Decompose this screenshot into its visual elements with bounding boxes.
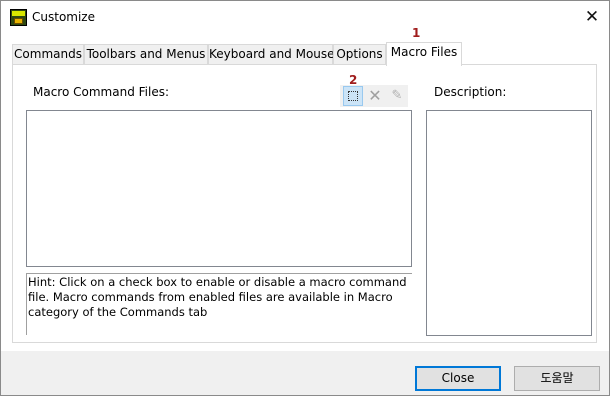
tab-commands[interactable]: Commands — [12, 44, 84, 65]
edit-pencil-icon[interactable]: ✎ — [387, 86, 407, 106]
annotation-marker-1: 1 — [412, 26, 421, 40]
tab-options[interactable]: Options — [333, 44, 386, 65]
app-icon-chip — [14, 18, 23, 24]
macro-files-list[interactable] — [26, 110, 412, 267]
macro-toolbar: ✕ ✎ — [340, 85, 408, 107]
new-macro-file-button[interactable] — [343, 86, 363, 106]
close-button[interactable]: Close — [415, 366, 501, 391]
customize-dialog: Customize ✕ Commands Toolbars and Menus … — [0, 0, 610, 396]
macro-command-files-label: Macro Command Files: — [33, 85, 169, 99]
hint-line: category of the Commands tab — [28, 305, 208, 319]
window-title: Customize — [32, 10, 95, 24]
close-icon[interactable]: ✕ — [581, 6, 603, 28]
delete-icon[interactable]: ✕ — [365, 86, 385, 106]
tab-macro-files[interactable]: Macro Files — [386, 42, 462, 66]
hint-line: file. Macro commands from enabled files … — [28, 290, 393, 304]
pads-app-icon — [10, 9, 27, 26]
tab-toolbars-and-menus[interactable]: Toolbars and Menus — [84, 44, 208, 65]
new-item-icon — [348, 91, 358, 101]
tab-keyboard-and-mouse[interactable]: Keyboard and Mouse — [208, 44, 335, 65]
hint-text: Hint: Click on a check box to enable or … — [26, 273, 412, 335]
title-bar: Customize ✕ — [1, 1, 609, 34]
hint-line: Hint: Click on a check box to enable or … — [28, 275, 407, 289]
app-icon-bar — [12, 11, 25, 16]
description-box — [426, 110, 592, 336]
help-button[interactable]: 도움말 — [514, 366, 600, 391]
description-label: Description: — [434, 85, 507, 99]
